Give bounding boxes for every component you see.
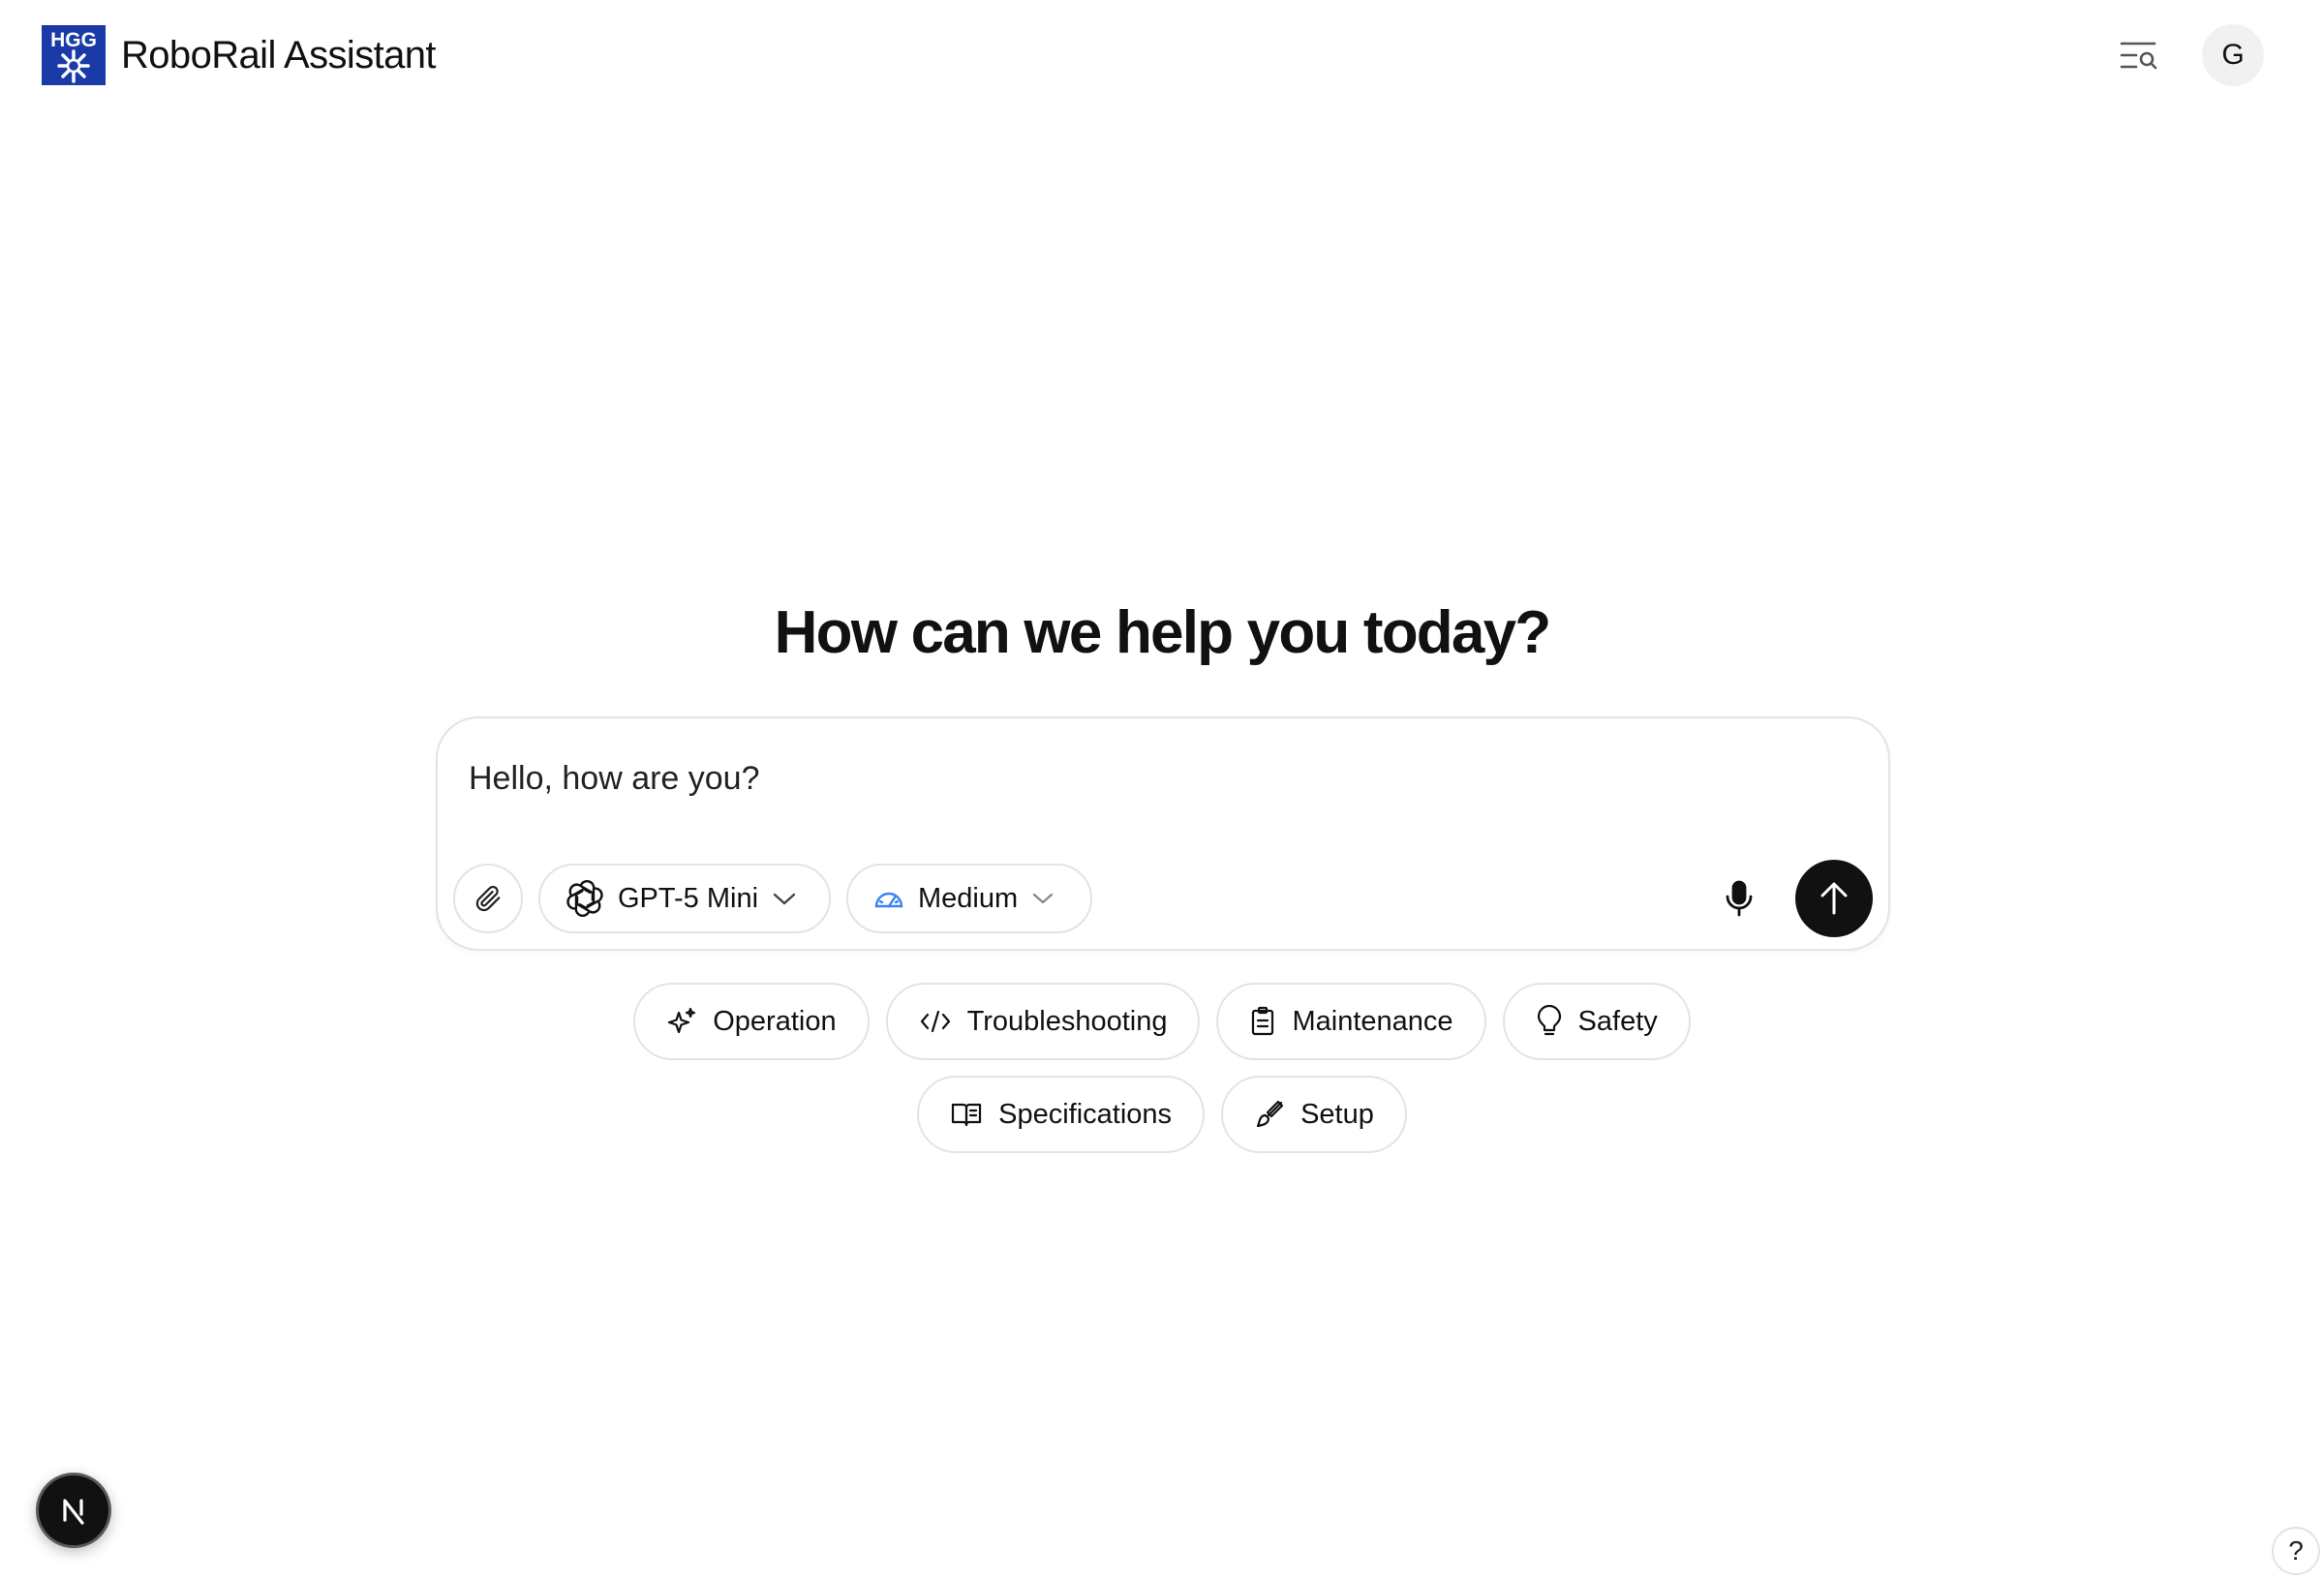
suggestion-specifications[interactable]: Specifications [917, 1076, 1206, 1153]
gauge-icon [874, 892, 903, 908]
user-avatar[interactable]: G [2202, 24, 2264, 86]
app-header: HGG RoboRail Assistant G [0, 0, 2324, 110]
brand[interactable]: HGG RoboRail Assistant [42, 25, 437, 85]
sparkles-icon [668, 1007, 696, 1034]
reasoning-effort-select[interactable]: Medium [846, 864, 1092, 933]
suggestion-operation[interactable]: Operation [633, 983, 870, 1060]
brush-icon [1256, 1100, 1284, 1128]
suggestion-maintenance[interactable]: Maintenance [1216, 983, 1486, 1060]
header-actions: G [2109, 24, 2264, 86]
voice-input-button[interactable] [1702, 862, 1776, 935]
clipboard-icon [1252, 1006, 1274, 1036]
attach-button[interactable] [453, 864, 523, 933]
page-heading: How can we help you today? [774, 599, 1551, 666]
model-select-value: GPT-5 Mini [618, 882, 759, 914]
code-icon [920, 1010, 950, 1033]
microphone-icon [1726, 880, 1753, 917]
nextjs-icon: N [54, 1491, 84, 1525]
suggestion-label: Maintenance [1292, 1005, 1453, 1037]
suggestion-label: Troubleshooting [966, 1005, 1168, 1037]
nextjs-dev-badge[interactable]: N [36, 1473, 111, 1548]
lightbulb-icon [1537, 1005, 1561, 1036]
suggestion-row: Specifications Setup [917, 1076, 1407, 1153]
app-title: RoboRail Assistant [121, 33, 437, 76]
suggestion-label: Operation [713, 1005, 837, 1037]
openai-icon [566, 879, 603, 918]
chevron-down-icon [1033, 893, 1054, 904]
book-icon [952, 1103, 982, 1127]
suggestion-safety[interactable]: Safety [1502, 983, 1691, 1060]
history-search-icon [2120, 42, 2157, 70]
suggestion-troubleshooting[interactable]: Troubleshooting [885, 983, 1201, 1060]
chevron-down-icon [773, 893, 796, 905]
suggestion-setup[interactable]: Setup [1221, 1076, 1407, 1153]
suggestion-row: Operation Troubleshooting Maintenance Sa… [633, 983, 1691, 1060]
svg-text:HGG: HGG [50, 29, 97, 51]
model-select[interactable]: GPT-5 Mini [538, 864, 831, 933]
suggestion-label: Setup [1300, 1098, 1374, 1130]
history-search-button[interactable] [2109, 25, 2169, 85]
send-button[interactable] [1795, 860, 1873, 937]
arrow-up-icon [1820, 882, 1848, 915]
chat-composer: Hello, how are you? GPT-5 Mini Medium [436, 716, 1890, 951]
suggestion-label: Specifications [998, 1098, 1173, 1130]
suggestion-chips: Operation Troubleshooting Maintenance Sa… [0, 983, 2324, 1153]
hgg-logo: HGG [42, 25, 106, 85]
reasoning-effort-value: Medium [918, 882, 1019, 914]
suggestion-label: Safety [1577, 1005, 1658, 1037]
paperclip-icon [475, 885, 501, 912]
message-input[interactable]: Hello, how are you? [469, 751, 1824, 806]
svg-text:N: N [54, 1491, 55, 1492]
help-button[interactable]: ? [2272, 1527, 2320, 1575]
